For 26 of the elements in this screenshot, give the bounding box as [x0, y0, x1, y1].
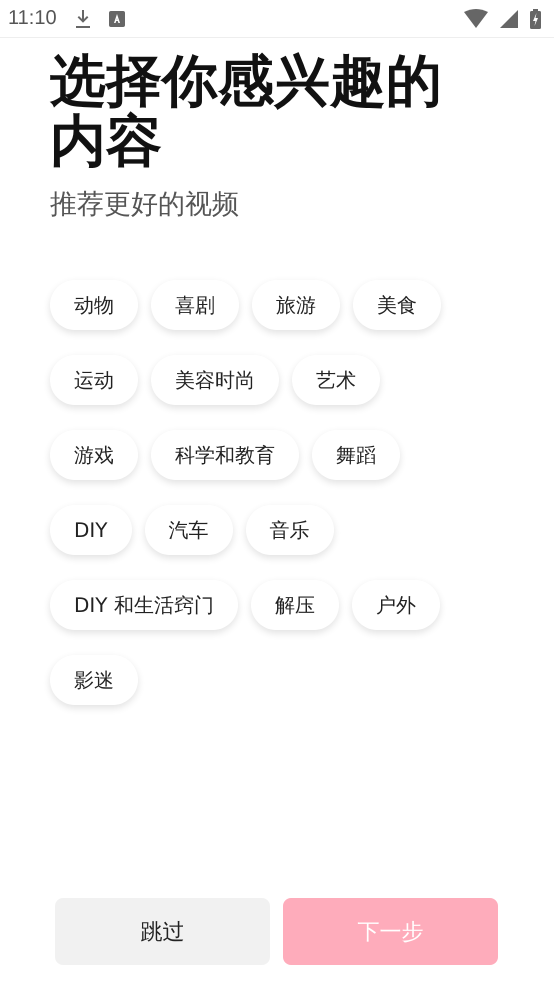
topic-chip[interactable]: 艺术	[292, 355, 380, 405]
wifi-icon	[464, 8, 488, 28]
topic-chip[interactable]: 影迷	[50, 655, 138, 705]
topic-chip[interactable]: DIY 和生活窍门	[50, 580, 238, 630]
page-title: 选择你感兴趣的内容	[50, 52, 443, 172]
topic-chip[interactable]: 运动	[50, 355, 138, 405]
topic-chip[interactable]: 旅游	[252, 280, 340, 330]
topic-chip[interactable]: 汽车	[144, 505, 233, 555]
battery-charging-icon	[530, 8, 541, 28]
signal-icon	[500, 10, 518, 28]
topic-chip[interactable]: 音乐	[246, 505, 334, 555]
topic-chip[interactable]: 美容时尚	[151, 355, 279, 405]
topic-chip[interactable]: 美食	[353, 280, 441, 330]
topic-chip[interactable]: 户外	[352, 580, 440, 630]
page-subtitle: 推荐更好的视频	[50, 188, 240, 222]
topic-chip[interactable]: 动物	[50, 280, 138, 330]
skip-button[interactable]: 跳过	[55, 898, 270, 965]
topic-chip[interactable]: DIY	[50, 505, 132, 555]
topic-chip[interactable]: 科学和教育	[151, 430, 299, 480]
keyboard-a-icon	[108, 10, 125, 26]
topic-chip[interactable]: 喜剧	[151, 280, 239, 330]
topic-chip[interactable]: 游戏	[50, 430, 138, 480]
topic-chip[interactable]: 解压	[250, 580, 339, 630]
topic-chip[interactable]: 舞蹈	[312, 430, 400, 480]
status-time: 11:10	[8, 7, 57, 30]
download-icon	[74, 8, 91, 28]
